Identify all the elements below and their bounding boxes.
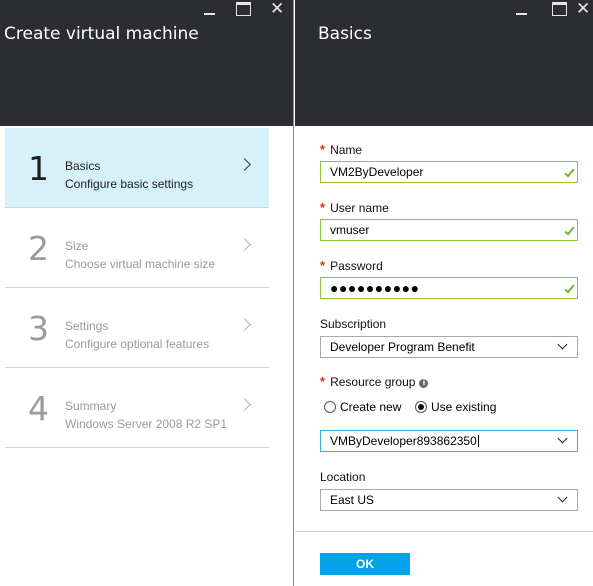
step-number: 3 xyxy=(28,309,49,348)
step-subtitle: Configure basic settings xyxy=(65,177,194,191)
required-asterisk: * xyxy=(320,258,326,273)
step-settings[interactable]: 3 Settings Configure optional features xyxy=(5,288,269,368)
checkmark-icon xyxy=(564,224,575,236)
username-label-text: User name xyxy=(330,201,389,215)
step-number: 1 xyxy=(28,149,49,188)
close-icon[interactable]: ✕ xyxy=(270,1,284,18)
chevron-right-icon xyxy=(238,318,251,331)
name-label: * Name xyxy=(320,142,362,157)
checkmark-icon xyxy=(564,166,575,178)
resource-group-label-text: Resource group xyxy=(330,375,416,389)
basics-blade: Basics ✕ * Name VM2ByDeveloper * User name… xyxy=(295,0,593,586)
username-label: * User name xyxy=(320,200,389,215)
step-title: Basics xyxy=(65,159,101,173)
chevron-down-icon xyxy=(557,339,568,350)
password-value: ●●●●●●●●●● xyxy=(330,280,420,296)
resource-group-label: * Resource group i xyxy=(320,374,429,389)
location-select[interactable]: East US xyxy=(320,489,578,511)
resource-group-value: VMByDeveloper893862350 xyxy=(330,434,477,448)
chevron-right-icon xyxy=(238,398,251,411)
info-icon[interactable]: i xyxy=(419,379,429,388)
checkmark-icon xyxy=(564,282,575,294)
radio-create-new[interactable]: Create new xyxy=(324,400,401,414)
username-input[interactable]: vmuser xyxy=(320,219,578,241)
step-size[interactable]: 2 Size Choose virtual machine size xyxy=(5,208,269,288)
radio-create-new-label: Create new xyxy=(340,400,402,414)
chevron-right-icon xyxy=(238,238,251,251)
maximize-icon[interactable] xyxy=(552,2,567,16)
resource-group-select[interactable]: VMByDeveloper893862350 xyxy=(320,430,578,452)
subscription-label: Subscription xyxy=(320,317,387,331)
chevron-down-icon xyxy=(557,492,568,503)
step-summary[interactable]: 4 Summary Windows Server 2008 R2 SP1 xyxy=(5,368,269,448)
name-input[interactable]: VM2ByDeveloper xyxy=(320,161,578,183)
location-label: Location xyxy=(320,470,366,484)
close-icon[interactable]: ✕ xyxy=(576,1,590,18)
minimize-icon[interactable] xyxy=(515,2,529,16)
step-number: 2 xyxy=(28,229,49,268)
step-title: Settings xyxy=(65,319,109,333)
ok-button[interactable]: OK xyxy=(320,553,410,575)
radio-use-existing-label: Use existing xyxy=(431,400,497,414)
blade-title: Create virtual machine xyxy=(4,24,199,44)
blade-header: Basics ✕ xyxy=(295,0,593,126)
radio-checked-icon xyxy=(415,401,427,413)
step-basics[interactable]: 1 Basics Configure basic settings xyxy=(5,128,269,208)
subscription-value: Developer Program Benefit xyxy=(330,340,475,354)
step-subtitle: Configure optional features xyxy=(65,337,210,351)
create-vm-blade: Create virtual machine ✕ 1 Basics Config… xyxy=(0,0,294,586)
subscription-select[interactable]: Developer Program Benefit xyxy=(320,336,578,358)
password-label: * Password xyxy=(320,258,383,273)
maximize-icon[interactable] xyxy=(236,2,251,16)
footer-divider xyxy=(295,531,593,532)
step-subtitle: Windows Server 2008 R2 SP1 xyxy=(65,417,228,431)
text-caret xyxy=(477,435,479,447)
radio-unchecked-icon xyxy=(324,401,336,413)
required-asterisk: * xyxy=(320,142,326,157)
blade-title: Basics xyxy=(318,24,372,44)
chevron-down-icon xyxy=(557,433,568,444)
name-value: VM2ByDeveloper xyxy=(330,165,424,179)
step-subtitle: Choose virtual machine size xyxy=(65,257,216,271)
step-number: 4 xyxy=(28,389,49,428)
required-asterisk: * xyxy=(320,200,326,215)
required-asterisk: * xyxy=(320,374,326,389)
password-input[interactable]: ●●●●●●●●●● xyxy=(320,277,578,299)
radio-use-existing[interactable]: Use existing xyxy=(415,400,496,414)
step-title: Summary xyxy=(65,399,117,413)
location-value: East US xyxy=(330,493,375,507)
name-label-text: Name xyxy=(330,143,363,157)
minimize-icon[interactable] xyxy=(203,2,217,16)
step-title: Size xyxy=(65,239,89,253)
username-value: vmuser xyxy=(330,223,370,237)
blade-header: Create virtual machine ✕ xyxy=(0,0,293,126)
password-label-text: Password xyxy=(330,259,383,273)
chevron-right-icon xyxy=(238,158,251,171)
